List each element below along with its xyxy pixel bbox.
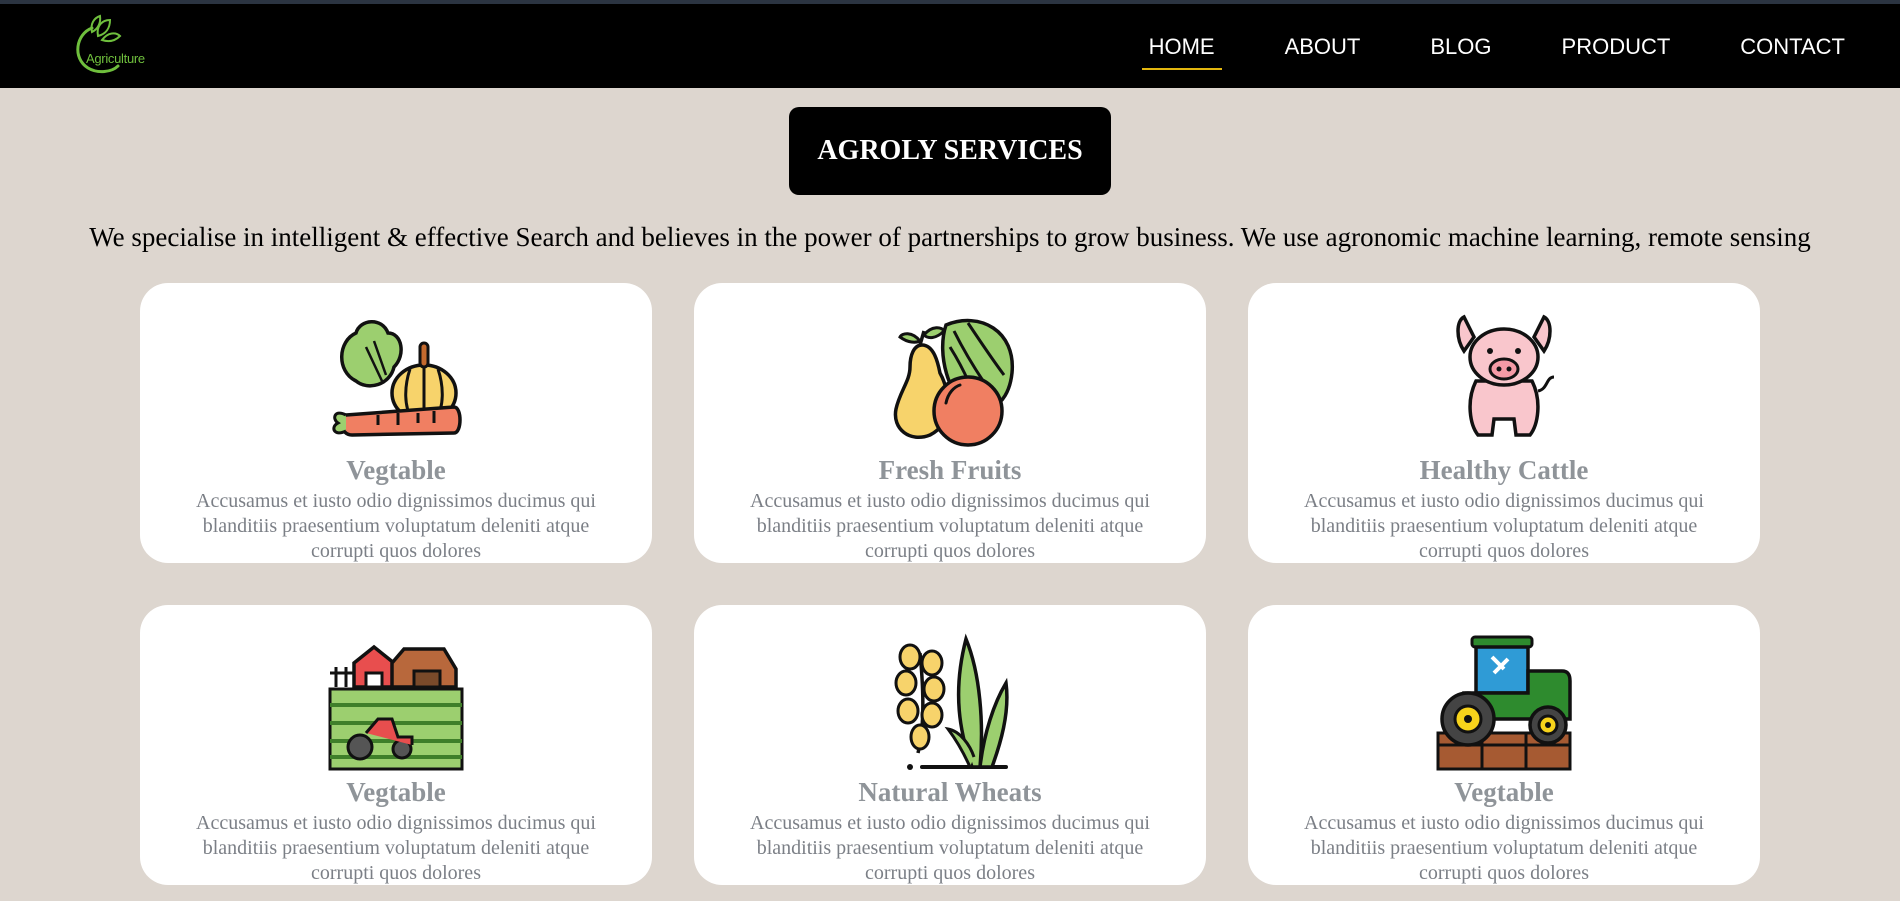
service-card-tractor[interactable]: Vegtable Accusamus et iusto odio digniss… bbox=[1248, 605, 1760, 885]
service-card-farm[interactable]: Vegtable Accusamus et iusto odio digniss… bbox=[140, 605, 652, 885]
pig-icon bbox=[1434, 311, 1574, 451]
main-nav: HOME ABOUT BLOG PRODUCT CONTACT bbox=[1086, 8, 1852, 92]
card-title: Healthy Cattle bbox=[1419, 455, 1589, 485]
nav-home[interactable]: HOME bbox=[1141, 34, 1222, 70]
card-title: Vegtable bbox=[346, 777, 446, 807]
card-description: Accusamus et iusto odio dignissimos duci… bbox=[1304, 812, 1704, 884]
navbar: Agriculture HOME ABOUT BLOG PRODUCT CONT… bbox=[0, 4, 1900, 88]
site-logo[interactable]: Agriculture bbox=[68, 14, 158, 78]
card-description: Accusamus et iusto odio dignissimos duci… bbox=[196, 812, 596, 884]
card-title: Fresh Fruits bbox=[878, 455, 1022, 485]
nav-contact[interactable]: CONTACT bbox=[1733, 34, 1852, 66]
nav-about[interactable]: ABOUT bbox=[1278, 34, 1368, 66]
service-card-fresh-fruits[interactable]: Fresh Fruits Accusamus et iusto odio dig… bbox=[694, 283, 1206, 563]
card-description: Accusamus et iusto odio dignissimos duci… bbox=[196, 490, 596, 562]
card-description: Accusamus et iusto odio dignissimos duci… bbox=[750, 490, 1150, 562]
card-title: Vegtable bbox=[1454, 777, 1554, 807]
intro-text: We specialise in intelligent & effective… bbox=[89, 222, 1811, 252]
nav-product[interactable]: PRODUCT bbox=[1555, 34, 1678, 66]
farm-icon bbox=[326, 633, 466, 773]
logo-text: Agriculture bbox=[86, 51, 145, 66]
nav-blog[interactable]: BLOG bbox=[1423, 34, 1498, 66]
leaf-logo-icon bbox=[76, 14, 122, 74]
section-title-box: AGROLY SERVICES bbox=[789, 107, 1111, 195]
service-card-vegetable[interactable]: Vegtable Accusamus et iusto odio digniss… bbox=[140, 283, 652, 563]
card-description: Accusamus et iusto odio dignissimos duci… bbox=[1304, 490, 1704, 562]
card-title: Vegtable bbox=[346, 455, 446, 485]
service-card-natural-wheats[interactable]: Natural Wheats Accusamus et iusto odio d… bbox=[694, 605, 1206, 885]
card-description: Accusamus et iusto odio dignissimos duci… bbox=[750, 812, 1150, 884]
tractor-icon bbox=[1434, 633, 1574, 773]
service-card-healthy-cattle[interactable]: Healthy Cattle Accusamus et iusto odio d… bbox=[1248, 283, 1760, 563]
fruits-icon bbox=[880, 311, 1020, 451]
section-title: AGROLY SERVICES bbox=[817, 135, 1083, 166]
vegetables-icon bbox=[326, 311, 466, 451]
wheat-icon bbox=[880, 633, 1020, 773]
card-title: Natural Wheats bbox=[858, 777, 1042, 807]
